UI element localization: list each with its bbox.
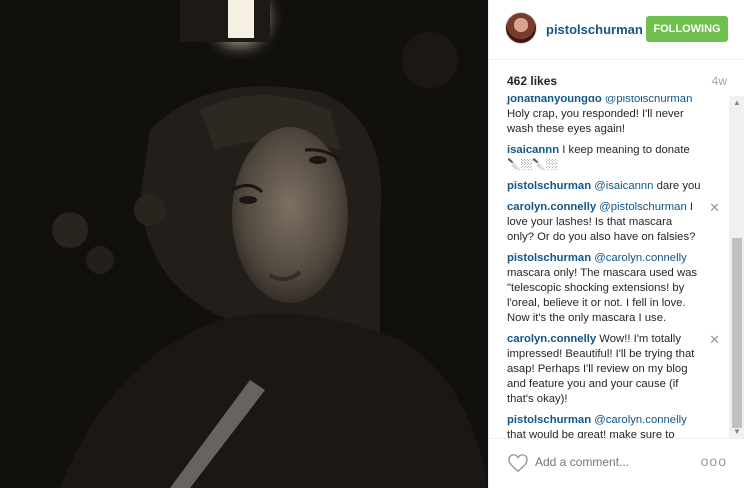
comment-section[interactable]: jonathanyoungdo @pistolschurman Holy cra… [489,96,744,438]
comment-username[interactable]: pistolschurman [507,414,591,426]
scroll-up-arrow-icon[interactable]: ▲ [733,98,741,107]
comment-item: carolyn.connelly Wow!! I'm totally impre… [507,332,722,407]
heart-outline-icon[interactable] [507,453,529,473]
more-options-icon[interactable]: ooo [701,453,727,469]
comment-mention[interactable]: @isaicannn [594,180,653,192]
add-comment-input[interactable] [535,455,685,469]
post-side-panel: pistolschurman FOLLOWING 462 likes 4w jo… [488,0,744,488]
comment-username[interactable]: isaicannn [507,144,559,156]
comment-mention[interactable]: @carolyn.connelly [594,414,686,426]
comment-text: Holy crap, you responded! I'll never was… [507,108,684,135]
comment-item: pistolschurman @isaicannn dare you [507,179,722,194]
comment-username[interactable]: carolyn.connelly [507,333,596,345]
comment-mention[interactable]: @carolyn.connelly [594,252,686,264]
post-username[interactable]: pistolschurman [546,22,643,37]
comment-mention[interactable]: @pistolschurman [605,96,692,105]
close-icon[interactable]: ✕ [709,200,720,215]
following-button[interactable]: FOLLOWING [646,16,728,42]
comment-item: pistolschurman @carolyn.connelly mascara… [507,251,722,326]
comment-item: pistolschurman @carolyn.connelly that wo… [507,413,722,438]
comment-item: carolyn.connelly @pistolschurman I love … [507,200,722,245]
comment-list: jonathanyoungdo @pistolschurman Holy cra… [507,96,722,438]
comment-item: isaicannn I keep meaning to donate 🔪🏼🔪🏼 [507,143,722,173]
post-photo[interactable] [0,0,488,488]
post-header: pistolschurman FOLLOWING [489,0,744,60]
post-photo-image [0,0,488,488]
comment-scrollbar[interactable]: ▲ ▼ [729,96,744,438]
post-stats: 462 likes 4w [489,60,744,96]
comment-username[interactable]: pistolschurman [507,180,591,192]
comment-item: jonathanyoungdo @pistolschurman Holy cra… [507,96,722,137]
comment-username[interactable]: carolyn.connelly [507,201,596,213]
scroll-down-arrow-icon[interactable]: ▼ [733,427,741,436]
post-footer: ooo [489,438,744,488]
comment-text: mascara only! The mascara used was "tele… [507,267,698,324]
scrollbar-thumb[interactable] [732,238,742,428]
post-age[interactable]: 4w [712,74,727,88]
comment-username[interactable]: jonathanyoungdo [507,96,602,105]
close-icon[interactable]: ✕ [709,332,720,347]
like-count[interactable]: 462 likes [507,74,557,88]
comment-text: that would be great! make sure to send m… [507,429,675,438]
comment-text: dare you [656,180,701,192]
comment-mention[interactable]: @pistolschurman [599,201,686,213]
avatar[interactable] [505,12,537,44]
comment-username[interactable]: pistolschurman [507,252,591,264]
